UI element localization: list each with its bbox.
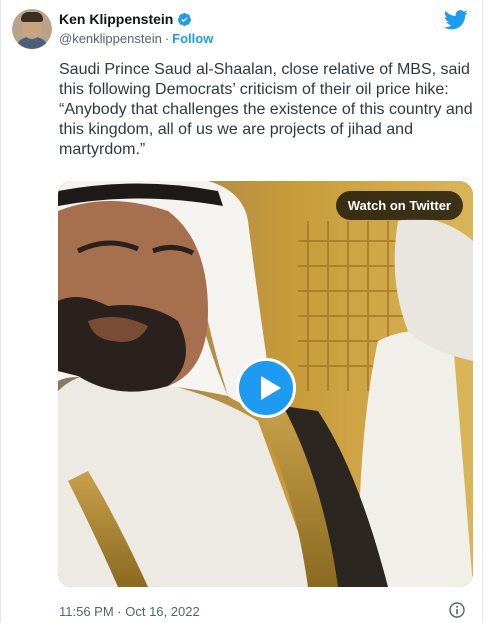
avatar[interactable] [12, 9, 52, 49]
info-icon[interactable] [449, 602, 465, 618]
tweet-text: Saudi Prince Saud al-Shaalan, close rela… [59, 61, 473, 158]
author-handle[interactable]: @kenklippenstein [59, 31, 162, 46]
author-name[interactable]: Ken Klippenstein [59, 11, 173, 27]
twitter-bird-icon[interactable] [444, 10, 468, 30]
author-name-row: Ken Klippenstein [59, 11, 192, 27]
tweet-card: Ken Klippenstein @kenklippenstein · Follow… [0, 0, 483, 623]
video-player[interactable]: Watch on Twitter [58, 181, 473, 587]
verified-badge-icon [178, 12, 192, 26]
play-icon[interactable] [236, 358, 296, 418]
watch-on-twitter-button[interactable]: Watch on Twitter [335, 191, 463, 220]
tweet-timestamp[interactable]: 11:56 PM · Oct 16, 2022 [59, 604, 200, 619]
follow-button[interactable]: Follow [172, 31, 213, 46]
author-handle-row: @kenklippenstein · Follow [59, 31, 214, 46]
